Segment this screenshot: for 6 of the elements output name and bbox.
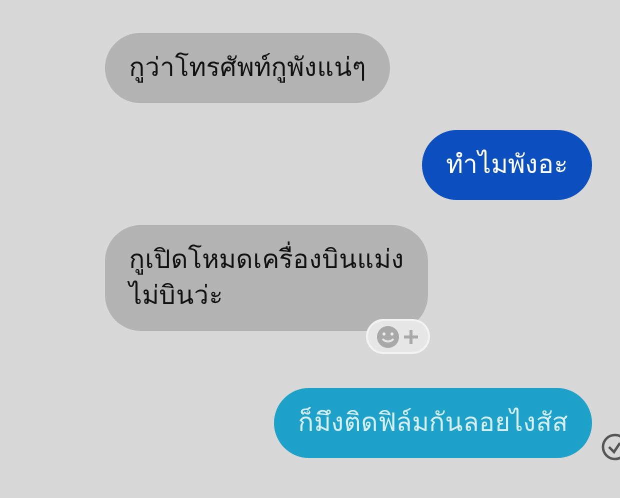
smiley-plus-icon <box>375 324 421 350</box>
add-reaction-button[interactable] <box>366 319 430 354</box>
message-text: กูเปิดโหมดเครื่องบินแม่ง ไม่บินว่ะ <box>129 242 404 314</box>
message-text: กูว่าโทรศัพท์กูพังแน่ๆ <box>129 52 366 85</box>
message-text: ก็มึงติดฟิล์มกันลอยไงสัส <box>298 406 568 440</box>
message-text: ทำไมพังอะ <box>446 148 568 182</box>
